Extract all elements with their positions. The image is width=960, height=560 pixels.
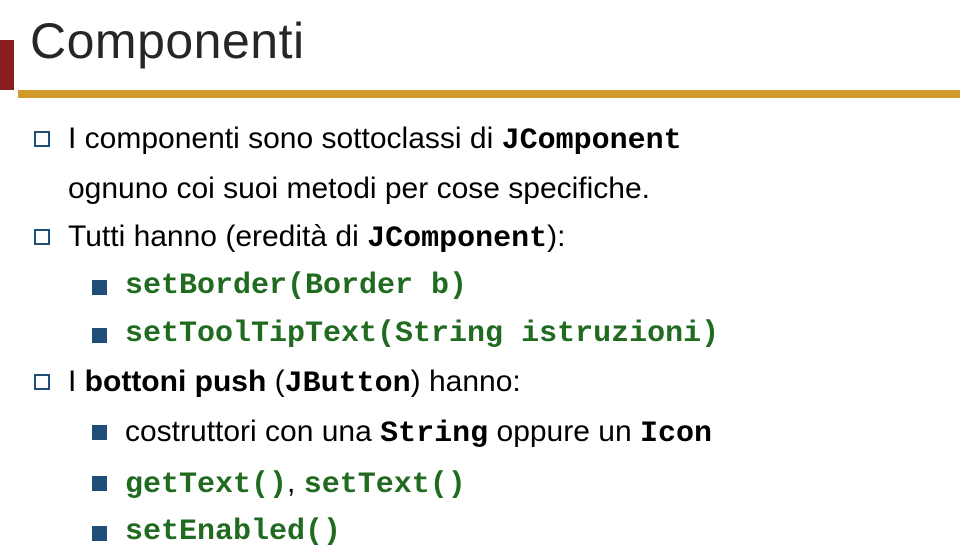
square-solid-icon xyxy=(92,476,107,491)
sub-bullet-item: setToolTipText(String istruzioni) xyxy=(92,314,940,355)
sub-bullet-item: setEnabled() xyxy=(92,512,940,553)
code-text: setText() xyxy=(304,468,466,502)
text: ( xyxy=(266,365,284,398)
square-outline-icon xyxy=(34,131,50,147)
code-text: String xyxy=(380,417,488,451)
square-solid-icon xyxy=(92,328,107,343)
square-outline-icon xyxy=(34,374,50,390)
text: costruttori con una xyxy=(125,415,380,448)
text: ) hanno: xyxy=(411,365,521,398)
text: , xyxy=(287,466,304,499)
text: ): xyxy=(547,220,565,253)
sub-bullet-item: getText(), setText() xyxy=(92,462,940,506)
bullet-item: Tutti hanno (eredità di JComponent): xyxy=(34,216,940,260)
code-text: Icon xyxy=(640,417,712,451)
text: oppure un xyxy=(488,415,640,448)
bullet-item: I bottoni push (JButton) hanno: xyxy=(34,361,940,405)
text: Tutti hanno (eredità di xyxy=(68,220,367,253)
bullet-text: I componenti sono sottoclassi di JCompon… xyxy=(68,118,682,162)
square-solid-icon xyxy=(92,425,107,440)
slide-title: Componenti xyxy=(30,12,305,70)
bullet-text: getText(), setText() xyxy=(125,462,466,506)
code-text: JComponent xyxy=(367,222,547,256)
code-text: getText() xyxy=(125,468,287,502)
square-outline-icon xyxy=(34,229,50,245)
bullet-text: I bottoni push (JButton) hanno: xyxy=(68,361,521,405)
code-text: setEnabled() xyxy=(125,512,341,553)
content-area: I componenti sono sottoclassi di JCompon… xyxy=(34,118,940,560)
sub-bullet-item: costruttori con una String oppure un Ico… xyxy=(92,411,940,455)
bullet-item: I componenti sono sottoclassi di JCompon… xyxy=(34,118,940,162)
code-text: JButton xyxy=(285,367,411,401)
slide: Componenti I componenti sono sottoclassi… xyxy=(0,0,960,543)
bullet-text: costruttori con una String oppure un Ico… xyxy=(125,411,712,455)
square-solid-icon xyxy=(92,280,107,295)
bullet-continuation: ognuno coi suoi metodi per cose specific… xyxy=(68,168,940,209)
code-text: JComponent xyxy=(502,124,682,158)
bullet-text: Tutti hanno (eredità di JComponent): xyxy=(68,216,565,260)
text: I xyxy=(68,365,85,398)
text: I componenti sono sottoclassi di xyxy=(68,122,502,155)
square-solid-icon xyxy=(92,526,107,541)
accent-bar xyxy=(0,40,14,90)
divider-rule xyxy=(18,90,960,98)
code-text: setToolTipText(String istruzioni) xyxy=(125,314,719,355)
code-text: setBorder(Border b) xyxy=(125,266,467,307)
bold-text: bottoni push xyxy=(85,365,267,398)
sub-bullet-item: setBorder(Border b) xyxy=(92,266,940,307)
